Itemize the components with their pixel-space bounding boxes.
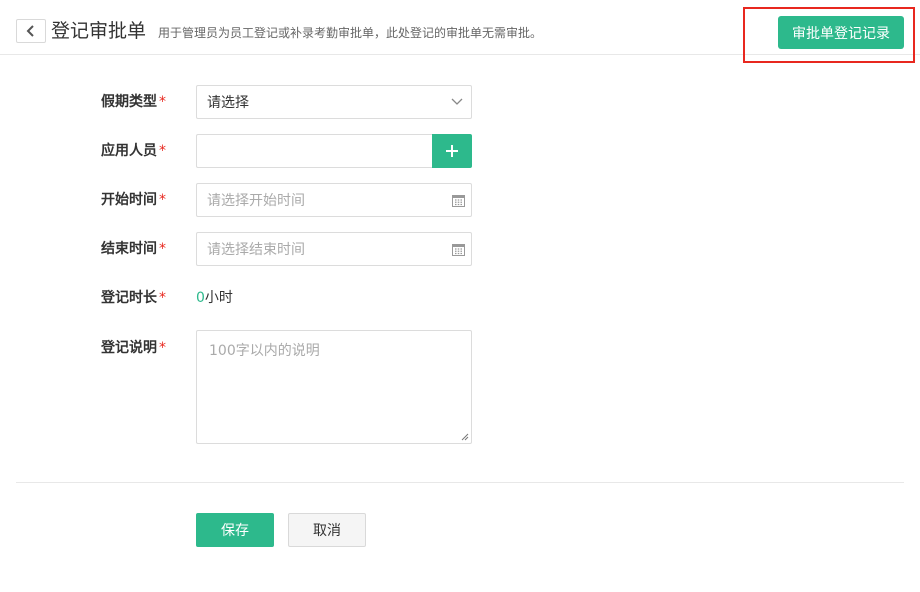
approval-records-button[interactable]: 审批单登记记录	[778, 16, 904, 49]
duration-number: 0	[196, 290, 205, 306]
page-description: 用于管理员为员工登记或补录考勤审批单，此处登记的审批单无需审批。	[158, 26, 543, 40]
end-time-label: 结束时间 *	[101, 241, 166, 257]
resize-grip-icon[interactable]	[461, 433, 469, 441]
applicant-input[interactable]	[196, 134, 433, 168]
note-textarea[interactable]: 100字以内的说明	[196, 330, 472, 444]
leave-type-label: 假期类型 *	[101, 94, 166, 110]
duration-unit: 小时	[204, 290, 233, 306]
note-placeholder: 100字以内的说明	[209, 343, 320, 359]
page-title: 登记审批单	[51, 20, 147, 42]
divider	[16, 482, 904, 483]
back-button[interactable]	[16, 19, 46, 43]
leave-type-select[interactable]: 请选择	[196, 85, 472, 119]
required-mark: *	[159, 143, 166, 159]
cancel-button[interactable]: 取消	[288, 513, 366, 547]
chevron-down-icon	[451, 98, 463, 105]
start-time-label: 开始时间 *	[101, 192, 166, 208]
plus-icon	[446, 145, 458, 157]
required-mark: *	[159, 241, 166, 257]
duration-value: 0小时	[196, 289, 233, 307]
calendar-icon[interactable]	[452, 243, 465, 256]
start-time-input[interactable]: 请选择开始时间	[196, 183, 472, 217]
required-mark: *	[159, 192, 166, 208]
add-applicant-button[interactable]	[432, 134, 472, 168]
required-mark: *	[159, 94, 166, 110]
end-time-placeholder: 请选择结束时间	[207, 242, 305, 258]
calendar-icon[interactable]	[452, 194, 465, 207]
end-time-input[interactable]: 请选择结束时间	[196, 232, 472, 266]
required-mark: *	[159, 340, 166, 356]
leave-type-value: 请选择	[207, 95, 249, 111]
save-button[interactable]: 保存	[196, 513, 274, 547]
required-mark: *	[159, 290, 166, 306]
applicant-label: 应用人员 *	[101, 143, 166, 159]
note-label: 登记说明 *	[101, 340, 166, 356]
chevron-left-icon	[26, 25, 34, 37]
duration-label: 登记时长 *	[101, 290, 166, 306]
start-time-placeholder: 请选择开始时间	[207, 193, 305, 209]
